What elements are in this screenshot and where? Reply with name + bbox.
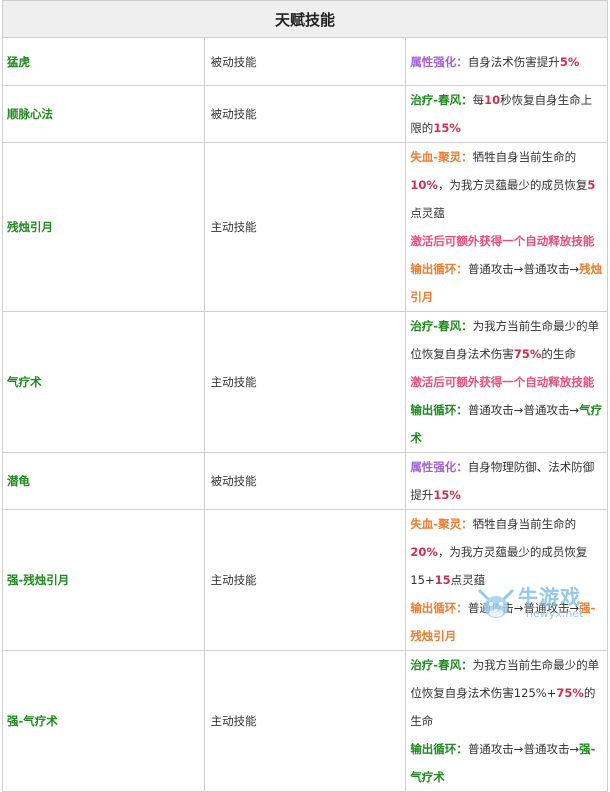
skill-name: 顺脉心法 bbox=[2, 85, 205, 143]
description-segment: 输出循环： bbox=[410, 403, 468, 417]
description-segment: 失血-聚灵： bbox=[410, 150, 473, 164]
watermark-text: 牛游戏 bbox=[518, 585, 581, 609]
description-line: 失血-聚灵：牺牲自身当前生命的 10%，为我方灵蕴最少的成员恢复5 点灵蕴 bbox=[410, 143, 603, 227]
skill-description: 治疗-春风：为我方当前生命最少的单位恢复自身法术伤害125%+75%的生命 输出循… bbox=[405, 650, 608, 792]
description-line: 属性强化：自身物理防御、法术防御提升15% bbox=[410, 453, 603, 509]
table-row: 猛虎 被动技能 属性强化：自身法术伤害提升5% bbox=[2, 37, 608, 86]
bull-head-logo-icon bbox=[478, 589, 514, 618]
description-segment: 20% bbox=[410, 545, 438, 559]
skill-type: 主动技能 bbox=[203, 311, 407, 453]
skill-name: 强-气疗术 bbox=[2, 650, 205, 792]
skill-type: 被动技能 bbox=[203, 452, 407, 510]
description-segment: 输出循环： bbox=[410, 262, 468, 276]
description-line: 治疗-春风：每10秒恢复自身生命上限的15% bbox=[410, 86, 603, 142]
description-segment: 15% bbox=[433, 488, 461, 502]
description-segment: 治疗-春风： bbox=[410, 319, 473, 333]
description-line: 属性强化：自身法术伤害提升5% bbox=[410, 48, 603, 76]
table-body: 猛虎 被动技能 属性强化：自身法术伤害提升5% 顺脉心法 被动技能 治疗-春风：每10秒恢… bbox=[2, 37, 608, 792]
table-row: 强-残烛引月 主动技能 失血-聚灵：牺牲自身当前生命的20%，为我方灵蕴最少的成员恢… bbox=[2, 509, 608, 651]
description-segment: 牺牲自身当前生命的 bbox=[472, 150, 577, 164]
description-segment: 输出循环： bbox=[410, 742, 468, 756]
skill-name: 强-残烛引月 bbox=[2, 509, 205, 651]
description-segment: 激活后可额外获得一个自动释放技能 bbox=[410, 234, 595, 248]
skill-type: 被动技能 bbox=[203, 37, 407, 86]
skill-name: 残烛引月 bbox=[2, 142, 205, 312]
skill-description: 治疗-春风：每10秒恢复自身生命上限的15% bbox=[405, 85, 608, 143]
description-line: 激活后可额外获得一个自动释放技能 bbox=[410, 368, 603, 396]
description-segment: 普通攻击→普通攻击→ bbox=[467, 742, 580, 756]
description-segment: 治疗-春风： bbox=[410, 93, 473, 107]
skill-name: 潜龟 bbox=[2, 452, 205, 510]
description-segment: 15% bbox=[433, 121, 461, 135]
description-line: 激活后可额外获得一个自动释放技能 bbox=[410, 227, 603, 255]
talent-skills-table: 天赋技能 猛虎 被动技能 属性强化：自身法术伤害提升5% 顺脉心法 被动技能 治疗-春风：… bbox=[2, 0, 608, 792]
description-segment: 输出循环： bbox=[410, 601, 468, 615]
skill-name: 气疗术 bbox=[2, 311, 205, 453]
description-segment: 失血-聚灵： bbox=[410, 517, 473, 531]
description-segment: 5% bbox=[559, 54, 580, 69]
skill-type: 被动技能 bbox=[203, 85, 407, 143]
description-segment: 5 bbox=[587, 178, 596, 192]
description-segment: 点灵蕴 bbox=[410, 206, 445, 220]
description-segment: 普通攻击→普通攻击→ bbox=[467, 262, 580, 276]
description-segment: 75% bbox=[513, 347, 542, 361]
skill-description: 属性强化：自身法术伤害提升5% bbox=[405, 37, 608, 86]
skill-type: 主动技能 bbox=[203, 142, 407, 312]
description-segment: 属性强化： bbox=[410, 54, 468, 69]
description-segment: 10% bbox=[410, 178, 438, 192]
description-segment: ，为我方灵蕴最少的成员恢复 bbox=[437, 178, 588, 192]
skill-description: 失血-聚灵：牺牲自身当前生命的20%，为我方灵蕴最少的成员恢复15+15点灵蕴输… bbox=[405, 509, 608, 651]
description-line: 输出循环：普通攻击→普通攻击→强-气疗术 bbox=[410, 735, 603, 791]
description-line: 输出循环：普通攻击→普通攻击→残烛引月 bbox=[410, 255, 603, 311]
description-segment: 每 bbox=[472, 93, 485, 107]
skill-type: 主动技能 bbox=[203, 509, 407, 651]
site-watermark: 牛游戏 newyx.net bbox=[474, 581, 602, 625]
description-line: 输出循环：普通攻击→普通攻击→气疗术 bbox=[410, 396, 603, 452]
description-segment: 属性强化： bbox=[410, 460, 468, 474]
skill-description: 属性强化：自身物理防御、法术防御提升15% bbox=[405, 452, 608, 510]
description-line: 治疗-春风：为我方当前生命最少的单位恢复自身法术伤害125%+75%的生命 bbox=[410, 651, 603, 735]
description-segment: 的生命 bbox=[541, 347, 576, 361]
skill-name: 猛虎 bbox=[2, 37, 205, 86]
skill-type: 主动技能 bbox=[203, 650, 407, 792]
table-title: 天赋技能 bbox=[2, 0, 608, 38]
description-segment: 牺牲自身当前生命的 bbox=[472, 517, 577, 531]
description-segment: 普通攻击→普通攻击→ bbox=[467, 403, 580, 417]
description-line: 治疗-春风：为我方当前生命最少的单位恢复自身法术伤害75%的生命 bbox=[410, 312, 603, 368]
description-segment: 治疗-春风： bbox=[410, 658, 473, 672]
description-segment: 75% bbox=[556, 686, 584, 700]
table-row: 顺脉心法 被动技能 治疗-春风：每10秒恢复自身生命上限的15% bbox=[2, 85, 608, 143]
skill-description: 失血-聚灵：牺牲自身当前生命的 10%，为我方灵蕴最少的成员恢复5 点灵蕴激活后可额… bbox=[405, 142, 608, 312]
description-segment: 自身法术伤害提升 bbox=[467, 54, 560, 69]
table-row: 气疗术 主动技能 治疗-春风：为我方当前生命最少的单位恢复自身法术伤害75%的生命激… bbox=[2, 311, 608, 453]
table-row: 潜龟 被动技能 属性强化：自身物理防御、法术防御提升15% bbox=[2, 452, 608, 510]
description-segment: 10 bbox=[484, 93, 501, 107]
description-segment: 15 bbox=[434, 573, 451, 587]
skill-description: 治疗-春风：为我方当前生命最少的单位恢复自身法术伤害75%的生命激活后可额外获得… bbox=[405, 311, 608, 453]
table-row: 残烛引月 主动技能 失血-聚灵：牺牲自身当前生命的 10%，为我方灵蕴最少的成员恢复5… bbox=[2, 142, 608, 312]
table-row: 强-气疗术 主动技能 治疗-春风：为我方当前生命最少的单位恢复自身法术伤害125%+… bbox=[2, 650, 608, 792]
watermark-subtext: newyx.net bbox=[526, 607, 584, 620]
description-segment: 激活后可额外获得一个自动释放技能 bbox=[410, 375, 595, 389]
